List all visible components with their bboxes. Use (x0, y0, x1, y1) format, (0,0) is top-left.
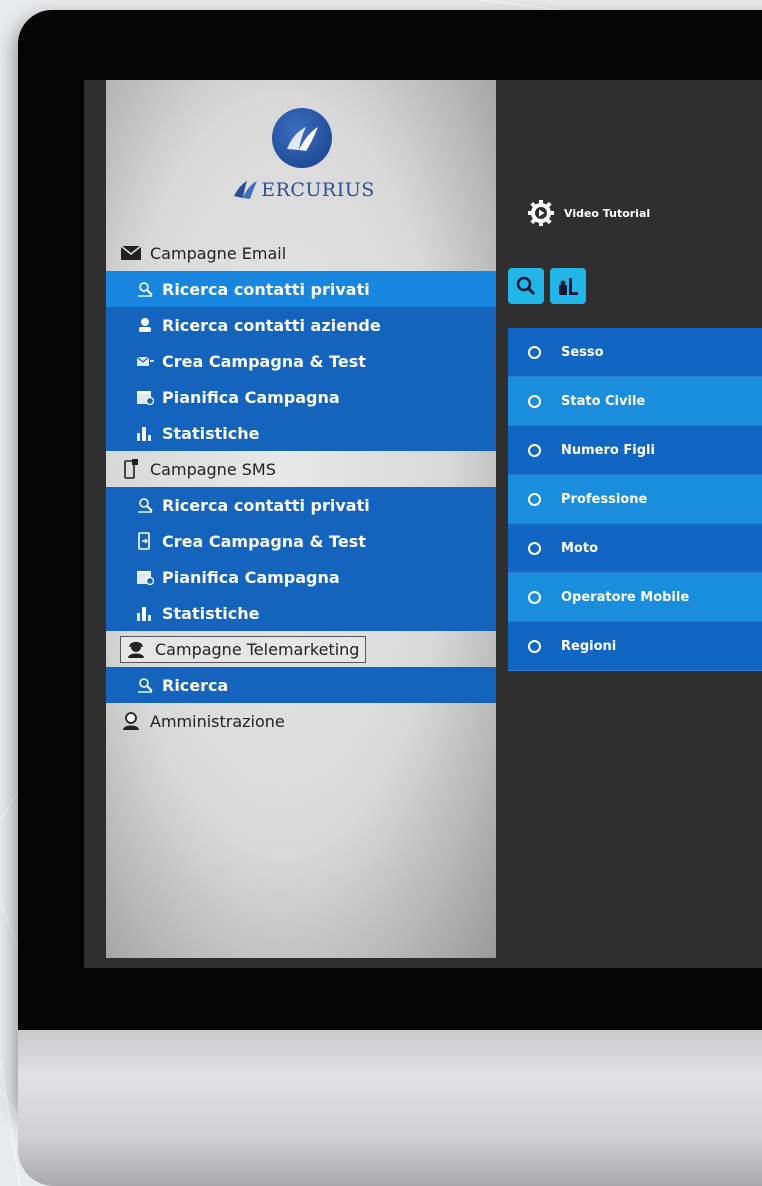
filter-label: Professione (561, 491, 648, 507)
section-label: Campagne Email (150, 243, 287, 263)
search-button[interactable] (508, 268, 544, 304)
filter-label: Operatore Mobile (561, 589, 690, 605)
admin-user-icon (120, 712, 142, 730)
video-tutorial-link[interactable]: Video Tutorial (526, 198, 650, 228)
calendar-icon (134, 388, 156, 406)
sidebar-item-label: Crea Campagna & Test (162, 531, 366, 551)
radio-icon[interactable] (528, 492, 541, 506)
section-campagne-sms[interactable]: Campagne SMS (106, 451, 496, 487)
logo: ERCURIUS (214, 108, 394, 218)
sidebar-item-label: Ricerca contatti aziende (162, 315, 381, 335)
section-label: Campagne Telemarketing (155, 639, 360, 659)
sidebar-item-email-ricerca-privati[interactable]: Ricerca contatti privati (106, 271, 496, 307)
section-campagne-telemarketing[interactable]: Campagne Telemarketing (106, 631, 496, 667)
person-search-icon (134, 280, 156, 298)
app-screen: ERCURIUS Campagne Email Ricerca contatti… (84, 80, 762, 968)
sidebar-item-telemarketing-ricerca[interactable]: Ricerca (106, 667, 496, 703)
envelope-icon (120, 244, 142, 262)
gear-play-icon (528, 200, 554, 226)
filter-label: Moto (561, 540, 599, 556)
sidebar-item-sms-crea-campagna[interactable]: Crea Campagna & Test (106, 523, 496, 559)
logo-text: ERCURIUS (261, 179, 375, 201)
radio-icon[interactable] (528, 541, 541, 555)
sidebar-item-label: Crea Campagna & Test (162, 351, 366, 371)
section-campagne-email[interactable]: Campagne Email (106, 235, 496, 271)
search-icon (516, 276, 536, 296)
calendar-icon (134, 568, 156, 586)
sidebar-item-email-crea-campagna[interactable]: Crea Campagna & Test (106, 343, 496, 379)
monitor-chin (18, 1030, 762, 1186)
bar-chart-icon (134, 604, 156, 622)
toolbar (508, 268, 586, 304)
radio-icon[interactable] (528, 590, 541, 604)
section-amministrazione[interactable]: Amministrazione (106, 703, 496, 739)
sidebar-item-sms-pianifica[interactable]: Pianifica Campagna (106, 559, 496, 595)
bar-chart-icon (134, 424, 156, 442)
company-icon (134, 316, 156, 334)
radio-icon[interactable] (528, 345, 541, 359)
filter-list: Sesso Stato Civile Numero Figli Professi… (508, 328, 762, 671)
sidebar-item-sms-statistiche[interactable]: Statistiche (106, 595, 496, 631)
person-search-icon (134, 496, 156, 514)
logo-wordmark: ERCURIUS (214, 178, 394, 201)
sidebar-item-label: Statistiche (162, 603, 260, 623)
sidebar-item-label: Statistiche (162, 423, 260, 443)
sidebar-item-label: Ricerca contatti privati (162, 495, 370, 515)
filter-label: Regioni (561, 638, 617, 654)
sidebar-item-email-ricerca-aziende[interactable]: Ricerca contatti aziende (106, 307, 496, 343)
sidebar-item-label: Ricerca contatti privati (162, 279, 370, 299)
sidebar-item-label: Pianifica Campagna (162, 567, 340, 587)
sidebar: ERCURIUS Campagne Email Ricerca contatti… (106, 80, 496, 958)
database-icon (559, 278, 578, 295)
sidebar-item-label: Pianifica Campagna (162, 387, 340, 407)
wing-logo-icon (272, 108, 332, 168)
radio-icon[interactable] (528, 639, 541, 653)
filter-option[interactable]: Stato Civile (508, 377, 762, 426)
sidebar-item-email-statistiche[interactable]: Statistiche (106, 415, 496, 451)
filter-option[interactable]: Regioni (508, 622, 762, 671)
phone-sms-icon (134, 532, 156, 550)
section-box: Campagne Telemarketing (120, 635, 367, 663)
sidebar-item-label: Ricerca (162, 675, 229, 695)
section-label: Campagne SMS (150, 459, 276, 479)
filter-option[interactable]: Numero Figli (508, 426, 762, 475)
filter-option[interactable]: Moto (508, 524, 762, 573)
filter-option[interactable]: Sesso (508, 328, 762, 377)
filter-label: Stato Civile (561, 393, 646, 409)
mail-send-icon (134, 352, 156, 370)
sidebar-item-sms-ricerca-privati[interactable]: Ricerca contatti privati (106, 487, 496, 523)
radio-icon[interactable] (528, 443, 541, 457)
filter-option[interactable]: Professione (508, 475, 762, 524)
section-label: Amministrazione (150, 711, 285, 731)
sidebar-menu: Campagne Email Ricerca contatti privati … (106, 235, 496, 739)
phone-icon (120, 459, 142, 479)
filter-label: Sesso (561, 344, 604, 360)
filter-option[interactable]: Operatore Mobile (508, 573, 762, 622)
filter-label: Numero Figli (561, 442, 655, 458)
radio-icon[interactable] (528, 394, 541, 408)
database-button[interactable] (550, 268, 586, 304)
person-search-icon (134, 676, 156, 694)
operator-icon (125, 640, 147, 658)
sidebar-item-email-pianifica[interactable]: Pianifica Campagna (106, 379, 496, 415)
video-tutorial-label: Video Tutorial (564, 206, 651, 220)
main-panel: Video Tutorial Sesso Stato Civile Numero… (496, 80, 762, 968)
